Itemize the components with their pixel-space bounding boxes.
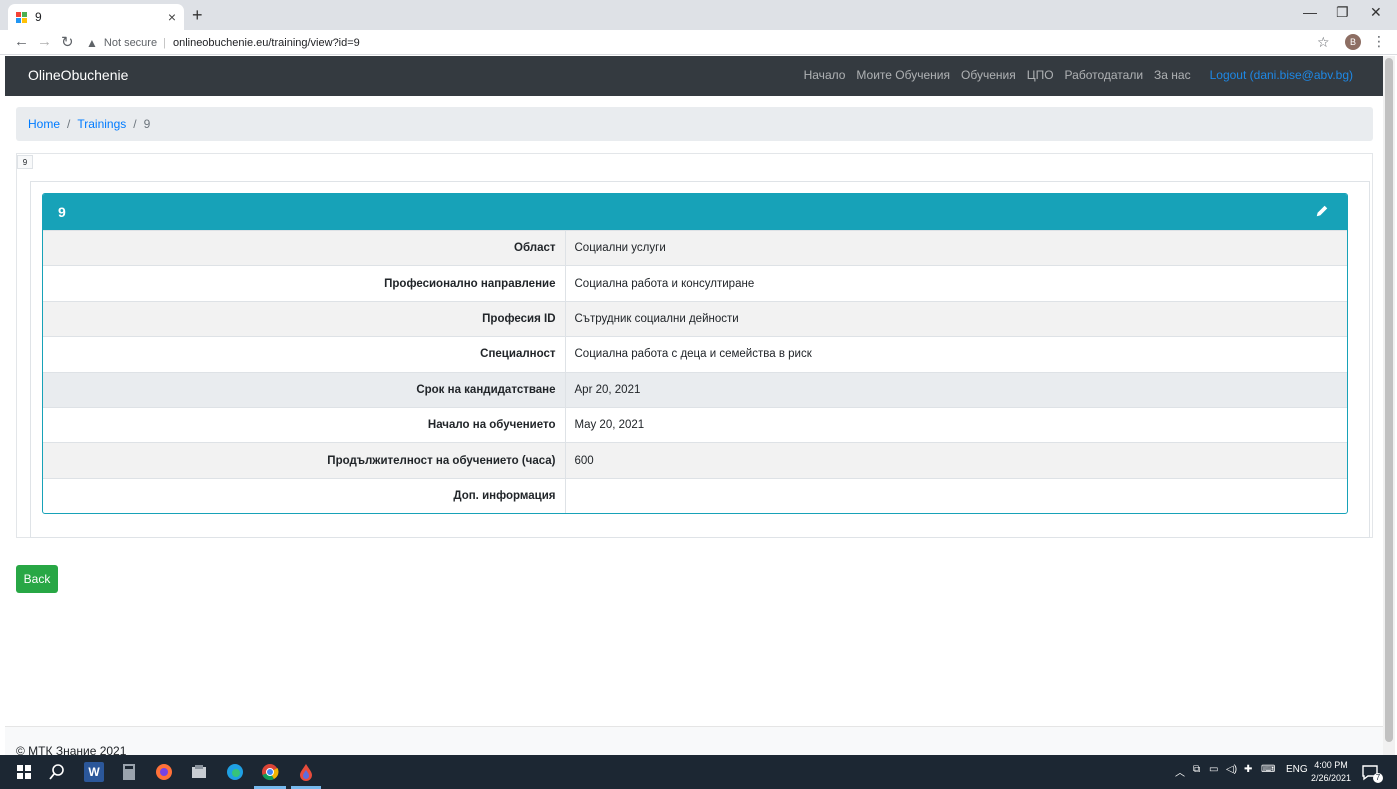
record-id-tag: 9 xyxy=(17,155,33,169)
back-arrow-icon[interactable]: ← xyxy=(14,33,29,50)
browser-tab-bar: 9 × + — ❐ ✕ xyxy=(0,0,1397,30)
field-label: Област xyxy=(43,229,566,266)
firefox-app-icon[interactable] xyxy=(154,762,174,782)
table-row: Начало на обучението May 20, 2021 xyxy=(43,406,1347,443)
url-field[interactable]: ▲ Not secure | onlineobuchenie.eu/traini… xyxy=(86,32,1336,53)
taskbar-clock[interactable]: 4:00 PM 2/26/2021 xyxy=(1311,759,1351,785)
footer-copyright: © МТК Знание 2021 xyxy=(16,744,127,755)
card-header: 9 xyxy=(43,194,1347,230)
field-value: Социални услуги xyxy=(565,229,1347,266)
nav-link-home[interactable]: Начало xyxy=(804,68,846,82)
tray-keyboard-icon[interactable]: ⌨ xyxy=(1261,764,1275,775)
logout-link[interactable]: Logout (dani.bise@abv.bg) xyxy=(1210,68,1353,82)
back-button[interactable]: Back xyxy=(16,565,58,593)
scrollbar-thumb[interactable] xyxy=(1385,58,1393,742)
tray-meet-icon[interactable]: ⧉ xyxy=(1193,764,1200,775)
windows-taskbar: W ︿ ⧉ ▭ ◁) ✚ ⌨ ENG 4:00 PM 2/26/2021 7 xyxy=(0,755,1397,789)
reload-icon[interactable]: ↻ xyxy=(61,33,74,51)
card-title: 9 xyxy=(58,204,66,220)
security-label: Not secure xyxy=(103,36,158,49)
breadcrumb: Home / Trainings / 9 xyxy=(16,107,1373,141)
table-row: Професионално направление Социална работ… xyxy=(43,265,1347,302)
table-row: Област Социални услуги xyxy=(43,229,1347,266)
field-value: 600 xyxy=(565,442,1347,479)
page-scrollbar[interactable] xyxy=(1383,56,1395,755)
field-label: Професионално направление xyxy=(43,265,566,302)
warning-triangle-icon: ▲ xyxy=(86,35,98,50)
chrome-app-icon[interactable] xyxy=(260,762,280,782)
breadcrumb-home[interactable]: Home xyxy=(28,117,60,131)
tray-network-icon[interactable]: ▭ xyxy=(1209,764,1218,775)
new-tab-button[interactable]: + xyxy=(192,5,203,26)
profile-avatar[interactable]: B xyxy=(1345,34,1361,50)
edit-pencil-icon[interactable] xyxy=(1315,204,1329,218)
clock-date: 2/26/2021 xyxy=(1311,773,1352,783)
clock-time: 4:00 PM xyxy=(1314,760,1348,770)
field-label: Начало на обучението xyxy=(43,406,566,443)
table-row: Продължителност на обучението (часа) 600 xyxy=(43,442,1347,479)
browser-tab[interactable]: 9 × xyxy=(8,4,184,30)
site-navbar: OlineObuchenie Начало Моите Обучения Обу… xyxy=(5,56,1383,96)
site-brand[interactable]: OlineObuchenie xyxy=(28,67,128,83)
site-favicon-icon xyxy=(16,11,27,23)
calculator-app-icon[interactable] xyxy=(119,762,139,782)
forward-arrow-icon[interactable]: → xyxy=(37,33,52,50)
page-viewport: OlineObuchenie Начало Моите Обучения Обу… xyxy=(5,56,1383,755)
breadcrumb-trainings[interactable]: Trainings xyxy=(77,117,126,131)
edge-app-icon[interactable] xyxy=(225,762,245,782)
notification-badge: 7 xyxy=(1373,773,1383,783)
page-footer: © МТК Знание 2021 xyxy=(5,726,1383,755)
field-label: Продължителност на обучението (часа) xyxy=(43,442,566,479)
word-app-icon[interactable]: W xyxy=(84,762,104,782)
tray-language[interactable]: ENG xyxy=(1286,764,1308,775)
bookmark-star-icon[interactable]: ☆ xyxy=(1317,34,1330,51)
field-value: May 20, 2021 xyxy=(565,406,1347,443)
breadcrumb-divider: / xyxy=(133,117,137,131)
field-label: Специалност xyxy=(43,336,566,373)
browser-menu-icon[interactable]: ⋮ xyxy=(1372,33,1386,50)
window-minimize-button[interactable]: — xyxy=(1303,4,1317,20)
table-row: Срок на кандидатстване Apr 20, 2021 xyxy=(43,371,1347,408)
breadcrumb-current: 9 xyxy=(143,117,151,131)
nav-link-my-trainings[interactable]: Моите Обучения xyxy=(856,68,950,82)
training-card: 9 Област Социални услуги Професионално н… xyxy=(42,193,1348,514)
breadcrumb-divider: / xyxy=(67,117,71,131)
nav-link-cpo[interactable]: ЦПО xyxy=(1027,68,1054,82)
tray-chevron-icon[interactable]: ︿ xyxy=(1175,764,1185,779)
field-value xyxy=(565,477,1347,513)
file-manager-app-icon[interactable] xyxy=(189,762,209,782)
url-separator: | xyxy=(163,36,166,49)
field-label: Доп. информация xyxy=(43,477,566,513)
table-row: Доп. информация xyxy=(43,477,1347,513)
field-value: Социална работа и консултиране xyxy=(565,265,1347,302)
search-icon[interactable] xyxy=(47,762,67,782)
field-label: Професия ID xyxy=(43,300,566,337)
table-row: Специалност Социална работа с деца и сем… xyxy=(43,336,1347,373)
training-detail-table: Област Социални услуги Професионално нап… xyxy=(43,229,1347,513)
tray-app-icon[interactable]: ✚ xyxy=(1244,764,1252,775)
field-label: Срок на кандидатстване xyxy=(43,371,566,408)
nav-link-employers[interactable]: Работодатали xyxy=(1065,68,1144,82)
table-row: Професия ID Сътрудник социални дейности xyxy=(43,300,1347,337)
browser-address-bar: ← → ↻ ▲ Not secure | onlineobuchenie.eu/… xyxy=(0,30,1397,55)
nav-link-about[interactable]: За нас xyxy=(1154,68,1191,82)
field-value: Apr 20, 2021 xyxy=(565,371,1347,408)
tray-volume-icon[interactable]: ◁) xyxy=(1226,764,1237,775)
nav-link-trainings[interactable]: Обучения xyxy=(961,68,1016,82)
drop-app-icon[interactable] xyxy=(296,762,316,782)
field-value: Сътрудник социални дейности xyxy=(565,300,1347,337)
field-value: Социална работа с деца и семейства в рис… xyxy=(565,336,1347,373)
url-text: onlineobuchenie.eu/training/view?id=9 xyxy=(172,36,360,49)
window-restore-button[interactable]: ❐ xyxy=(1336,4,1349,21)
tab-title: 9 xyxy=(35,10,42,24)
window-close-button[interactable]: ✕ xyxy=(1370,4,1382,21)
windows-start-icon[interactable] xyxy=(14,762,34,782)
tab-close-icon[interactable]: × xyxy=(168,9,176,25)
nav-links: Начало Моите Обучения Обучения ЦПО Работ… xyxy=(804,68,1353,82)
